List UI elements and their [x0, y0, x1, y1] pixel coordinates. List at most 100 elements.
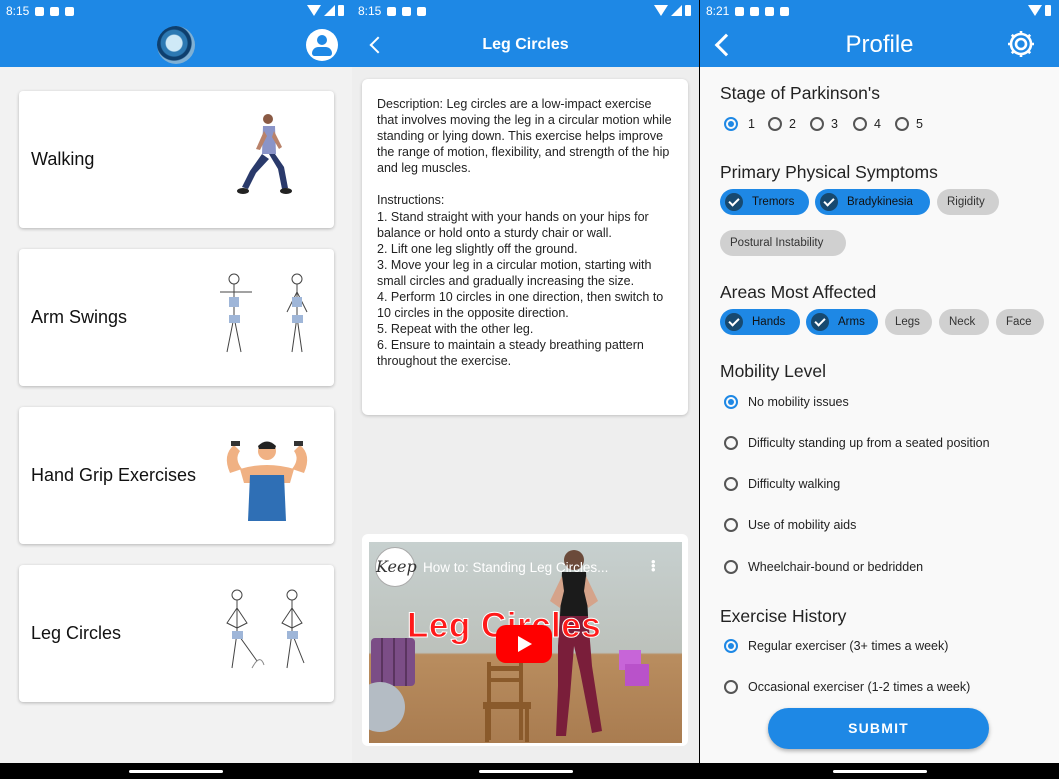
chip-legs[interactable]: Legs: [885, 309, 932, 335]
exercise-title: Hand Grip Exercises: [31, 465, 197, 485]
stage-label: 2: [789, 117, 796, 131]
chip-label: Tremors: [752, 196, 795, 208]
app-bar: [0, 22, 352, 67]
history-radio-occasional[interactable]: [724, 680, 738, 694]
check-icon: [820, 193, 838, 211]
history-heading: Exercise History: [720, 606, 847, 626]
back-arrow-icon[interactable]: [369, 36, 387, 53]
page-title: Leg Circles: [482, 35, 569, 53]
shield-icon: [735, 6, 745, 16]
stage-radio-3[interactable]: [810, 117, 824, 131]
play-button-icon[interactable]: [496, 625, 552, 663]
symptoms-heading: Primary Physical Symptoms: [720, 162, 938, 182]
gear-icon[interactable]: [1005, 28, 1037, 60]
stage-radio-1[interactable]: [724, 117, 738, 131]
check-icon: [725, 313, 743, 331]
instruction-step: 1. Stand straight with your hands on you…: [377, 209, 649, 240]
channel-logo[interactable]: Keep: [375, 547, 417, 587]
chip-face[interactable]: Face: [996, 309, 1044, 335]
exercise-card-arm-swings[interactable]: Arm Swings: [19, 249, 334, 386]
status-time: 8:21: [706, 4, 730, 18]
exercise-title: Walking: [31, 149, 95, 169]
chip-tremors[interactable]: Tremors: [720, 189, 809, 215]
instruction-step: 2. Lift one leg slightly off the ground.: [377, 241, 578, 256]
battery-icon: [338, 5, 344, 16]
sim-icon: [402, 6, 412, 16]
chip-postural-instability[interactable]: Postural Instability: [720, 230, 846, 256]
mobility-radio-aids[interactable]: [724, 518, 738, 532]
stage-radio-5[interactable]: [895, 117, 909, 131]
wifi-icon: [1028, 5, 1042, 16]
chip-label: Face: [1006, 316, 1032, 328]
stage-heading: Stage of Parkinson's: [720, 83, 880, 103]
stage-label: 3: [831, 117, 838, 131]
more-options-icon[interactable]: • • •: [651, 555, 656, 576]
page-title: Profile: [845, 30, 914, 58]
history-label: Regular exerciser (3+ times a week): [748, 639, 949, 653]
instruction-step: 4. Perform 10 circles in one direction, …: [377, 290, 664, 321]
shield-icon: [750, 6, 760, 16]
exercise-description: Description: Leg circles are a low-impac…: [377, 97, 672, 176]
home-handle[interactable]: [478, 770, 573, 773]
status-time: 8:15: [6, 4, 30, 18]
exercise-ball: [369, 682, 405, 732]
mobility-radio-standing[interactable]: [724, 436, 738, 450]
chip-arms[interactable]: Arms: [806, 309, 878, 335]
app-bar: Profile: [700, 22, 1059, 67]
yoga-block: [625, 664, 649, 686]
system-nav-bar: [352, 763, 699, 779]
mobility-radio-none[interactable]: [724, 395, 738, 409]
chip-label: Postural Instability: [730, 237, 824, 249]
wifi-icon: [654, 5, 668, 16]
profile-icon[interactable]: [306, 29, 338, 61]
chip-label: Legs: [895, 316, 920, 328]
chip-label: Neck: [949, 316, 976, 328]
shield-icon: [35, 6, 45, 16]
stage-radio-2[interactable]: [768, 117, 782, 131]
home-handle[interactable]: [832, 770, 927, 773]
chip-label: Bradykinesia: [847, 196, 913, 208]
status-time: 8:15: [358, 4, 382, 18]
chip-hands[interactable]: Hands: [720, 309, 800, 335]
mobility-radio-wheelchair[interactable]: [724, 560, 738, 574]
description-card: Description: Leg circles are a low-impac…: [362, 79, 688, 415]
status-bar: 8:15: [352, 0, 699, 22]
mobility-label: Difficulty standing up from a seated pos…: [748, 436, 990, 450]
chip-neck[interactable]: Neck: [939, 309, 989, 335]
exercise-title: Arm Swings: [31, 307, 128, 327]
home-handle[interactable]: [129, 770, 223, 773]
exercise-card-leg-circles[interactable]: Leg Circles: [19, 565, 334, 702]
mobility-radio-walking[interactable]: [724, 477, 738, 491]
exercise-detail-screen: 8:15 Leg Circles Description: Leg circle…: [352, 0, 699, 779]
exercise-card-hand-grip[interactable]: Hand Grip Exercises: [19, 407, 334, 544]
areas-heading: Areas Most Affected: [720, 282, 877, 302]
system-nav-bar: [0, 763, 352, 779]
video-player[interactable]: Keep How to: Standing Leg Circles... • • •…: [369, 542, 682, 743]
video-card: Keep How to: Standing Leg Circles... • • •…: [362, 534, 688, 746]
status-bar: 8:21: [700, 0, 1059, 22]
mobility-label: Wheelchair-bound or bedridden: [748, 560, 924, 574]
walking-illustration: [237, 114, 292, 194]
back-arrow-icon[interactable]: [714, 33, 738, 56]
app-logo: [157, 25, 195, 64]
history-radio-regular[interactable]: [724, 639, 738, 653]
signal-icon: [324, 5, 335, 16]
sim-icon: [50, 6, 60, 16]
chip-rigidity[interactable]: Rigidity: [937, 189, 999, 215]
video-title[interactable]: How to: Standing Leg Circles...: [423, 560, 608, 575]
sim-icon: [765, 6, 775, 16]
exercise-title: Leg Circles: [31, 623, 122, 643]
battery-icon: [685, 5, 691, 16]
wifi-icon: [307, 5, 321, 16]
stage-label: 5: [916, 117, 923, 131]
instructions-heading: Instructions:: [377, 193, 445, 208]
signal-icon: [671, 5, 682, 16]
exercise-card-walking[interactable]: Walking: [19, 91, 334, 228]
chip-label: Rigidity: [947, 196, 985, 208]
stage-radio-4[interactable]: [853, 117, 867, 131]
mobility-label: Difficulty walking: [748, 477, 841, 491]
check-icon: [811, 313, 829, 331]
chip-bradykinesia[interactable]: Bradykinesia: [815, 189, 930, 215]
exercise-list-screen: 8:15 Walking Arm Swings Hand Grip Exerci…: [0, 0, 352, 779]
submit-button[interactable]: SUBMIT: [768, 708, 989, 749]
